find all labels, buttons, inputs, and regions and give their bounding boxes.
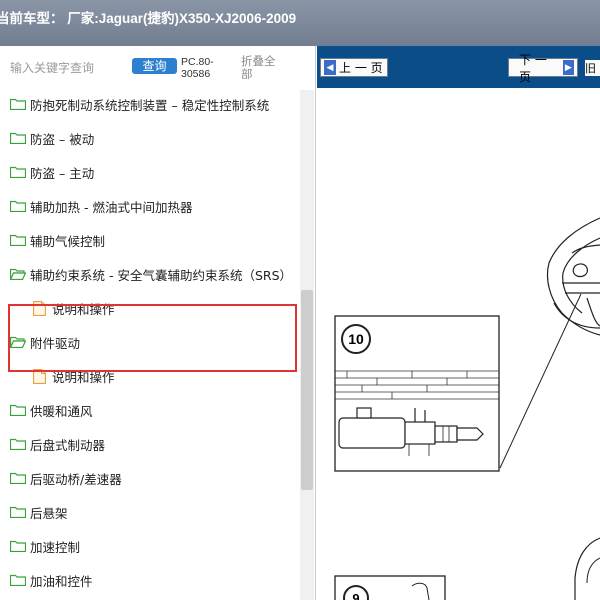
callout-10: 10 [348, 331, 364, 347]
folder-icon [10, 98, 26, 110]
nav-cut-button[interactable]: 旧 [585, 60, 600, 76]
tree-item[interactable]: 辅助加热 - 燃油式中间加热器 [10, 189, 300, 223]
document-icon [33, 300, 46, 316]
tree-item[interactable]: 后盘式制动器 [10, 427, 300, 461]
folder-icon [10, 132, 26, 144]
tree-item-label: 防盗 – 被动 [30, 131, 95, 147]
tree-item-label: 说明和操作 [52, 369, 115, 385]
tree-item-expanded[interactable]: 辅助约束系统 - 安全气囊辅助约束系统（SRS） [10, 257, 300, 291]
leader-line [499, 293, 582, 469]
folder-icon [10, 506, 26, 518]
arrow-left-icon: ◀ [324, 60, 336, 75]
folder-icon [10, 438, 26, 450]
callout-9: 9 [352, 591, 359, 600]
tree-item[interactable]: 加速控制 [10, 529, 300, 563]
right-pane: ◀ 上 一 页 下 一 页 ▶ 旧 10 9 [317, 46, 600, 600]
arrow-right-icon: ▶ [562, 60, 574, 75]
tree-item-expanded[interactable]: 附件驱动 [10, 325, 300, 359]
tree-item-label: 辅助气候控制 [30, 233, 106, 249]
tree-item-label: 后盘式制动器 [30, 437, 106, 453]
folder-icon [10, 166, 26, 178]
vehicle-front-illustration [546, 217, 600, 336]
tree-item-label: 加速控制 [30, 539, 81, 555]
folder-icon [10, 234, 26, 246]
collapse-all-link[interactable]: 折叠全部 [241, 55, 283, 81]
tree-scrollbar[interactable] [300, 90, 314, 600]
document-icon [33, 368, 46, 384]
tree-item-label: 附件驱动 [30, 335, 81, 351]
tree-item[interactable]: 防盗 – 主动 [10, 155, 300, 189]
scroll-thumb[interactable] [301, 290, 313, 490]
folder-icon [10, 540, 26, 552]
tree-item-child[interactable]: 说明和操作 [33, 291, 300, 325]
tree-item-label: 后驱动桥/差速器 [30, 471, 122, 487]
tree-item[interactable]: 后驱动桥/差速器 [10, 461, 300, 495]
tree-item[interactable]: 供暖和通风 [10, 393, 300, 427]
folder-icon [10, 200, 26, 212]
tree-item[interactable]: 加油和控件 [10, 563, 300, 597]
tree-view: 防抱死制动系统控制装置 – 稳定性控制系统 防盗 – 被动 防盗 – 主动 辅助… [0, 90, 300, 600]
folder-icon [10, 472, 26, 484]
window-title: 当前车型： 厂家:Jaguar(捷豹)X350-XJ2006-2009 [0, 11, 297, 26]
tree-item[interactable]: 辅助气候控制 [10, 223, 300, 257]
tree-item[interactable]: 防盗 – 被动 [10, 121, 300, 155]
prev-page-label: 上 一 页 [339, 61, 383, 75]
tree-item-child[interactable]: 说明和操作 [33, 359, 300, 393]
technical-diagram: 10 9 [334, 217, 600, 600]
next-page-label: 下 一 页 [519, 52, 547, 84]
tree-item-label: 辅助加热 - 燃油式中间加热器 [30, 199, 193, 215]
search-input[interactable] [10, 59, 120, 77]
detail-box-10: 10 [334, 315, 500, 472]
tree-item-label: 防盗 – 主动 [30, 165, 95, 181]
document-code: PC.80-30586 [181, 56, 214, 80]
folder-icon [10, 404, 26, 416]
tree-item-label: 供暖和通风 [30, 403, 93, 419]
window-title-bar: 当前车型： 厂家:Jaguar(捷豹)X350-XJ2006-2009 [0, 0, 600, 46]
tree-item-label: 防抱死制动系统控制装置 – 稳定性控制系统 [30, 97, 270, 113]
left-pane: 查询 PC.80-30586 折叠全部 防抱死制动系统控制装置 – 稳定性控制系… [0, 46, 316, 600]
detail-box-9: 9 [334, 575, 446, 600]
query-button[interactable]: 查询 [132, 58, 177, 74]
tree-item-label: 加油和控件 [30, 573, 93, 589]
tree-item[interactable]: 防抱死制动系统控制装置 – 稳定性控制系统 [10, 90, 300, 121]
open-folder-icon [10, 336, 26, 348]
open-folder-icon [10, 268, 26, 280]
tree-item-label: 说明和操作 [52, 301, 115, 317]
tree-item-label: 后悬架 [30, 505, 68, 521]
page-nav-bar: ◀ 上 一 页 下 一 页 ▶ 旧 [317, 46, 600, 88]
next-page-button[interactable]: 下 一 页 ▶ [508, 53, 578, 84]
folder-icon [10, 574, 26, 586]
vehicle-lower-illustration [574, 537, 600, 600]
search-toolbar: 查询 PC.80-30586 折叠全部 [0, 46, 316, 90]
tree-item-label: 辅助约束系统 - 安全气囊辅助约束系统（SRS） [30, 267, 293, 283]
prev-page-button[interactable]: ◀ 上 一 页 [320, 58, 388, 77]
tree-item[interactable]: 后悬架 [10, 495, 300, 529]
